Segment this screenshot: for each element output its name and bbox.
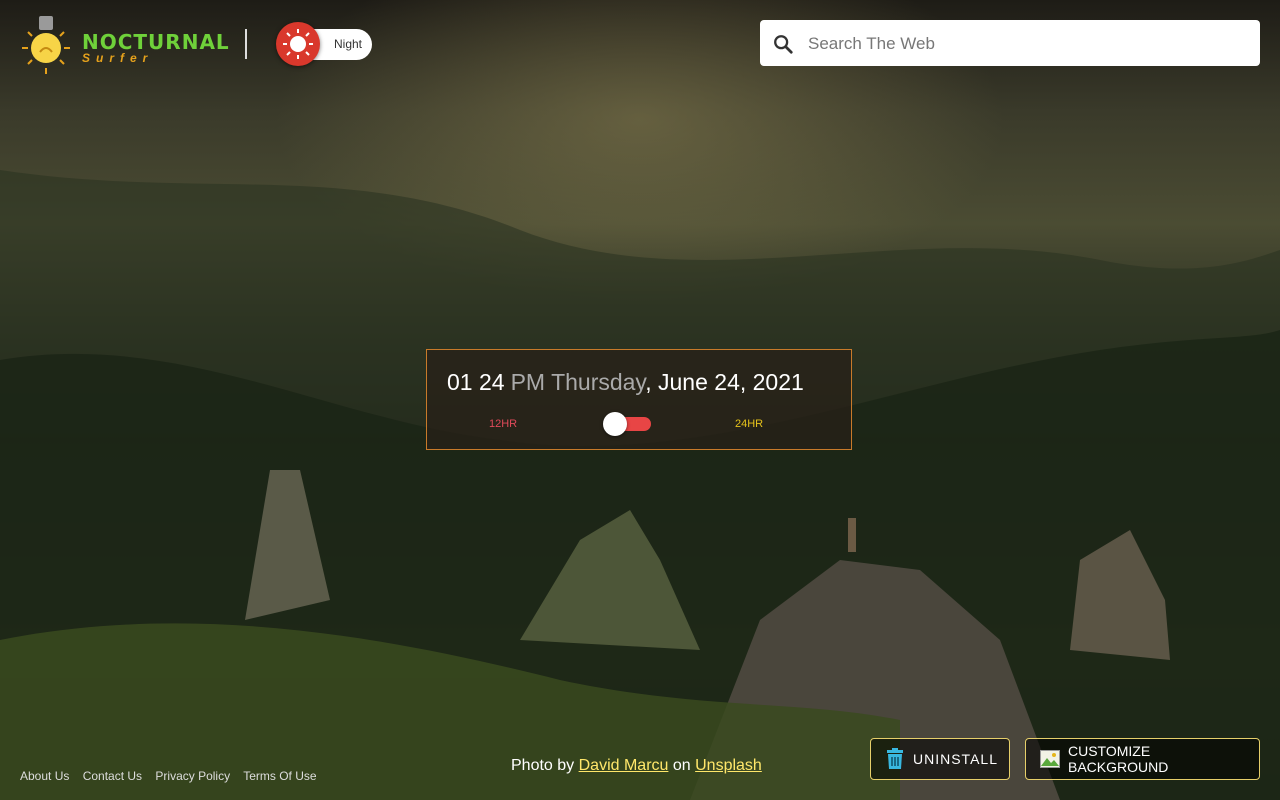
trash-icon (887, 748, 903, 769)
customize-background-button[interactable]: CUSTOMIZE BACKGROUND (1025, 738, 1260, 780)
privacy-policy-link[interactable]: Privacy Policy (155, 769, 230, 783)
brand-logo[interactable]: NOCTURNAL Surfer (20, 14, 229, 76)
time-format-knob[interactable] (603, 412, 627, 436)
format-12hr-label: 12HR (489, 418, 518, 430)
theme-toggle[interactable]: Night (276, 22, 372, 66)
clock-widget: 01 24 PM Thursday, June 24, 2021 12HR 24HR (426, 349, 852, 450)
customize-background-label: CUSTOMIZE BACKGROUND (1068, 743, 1169, 775)
terms-of-use-link[interactable]: Terms Of Use (243, 769, 316, 783)
credit-prefix: Photo by (511, 757, 575, 774)
clock-display: 01 24 PM Thursday, June 24, 2021 (447, 369, 810, 396)
credit-middle: on (672, 757, 691, 774)
uninstall-label: UNINSTALL (913, 751, 998, 767)
brand-subtitle: Surfer (82, 51, 154, 65)
search-icon (774, 35, 793, 54)
unsplash-link[interactable]: Unsplash (695, 757, 762, 774)
image-icon (1040, 750, 1060, 768)
format-24hr-label: 24HR (735, 418, 764, 430)
clock-ampm: PM (510, 369, 546, 395)
contact-us-link[interactable]: Contact Us (83, 769, 142, 783)
sun-icon (283, 29, 313, 59)
footer-links: About Us Contact Us Privacy Policy Terms… (20, 769, 327, 783)
time-format-switch[interactable] (603, 412, 653, 436)
search-input[interactable] (806, 20, 1250, 68)
clock-time: 01 24 (447, 369, 505, 395)
clock-date: , June 24, 2021 (645, 369, 804, 395)
theme-toggle-knob[interactable] (276, 22, 320, 66)
search-bar[interactable] (760, 20, 1260, 68)
lightbulb-icon (22, 16, 70, 74)
theme-toggle-label: Night (334, 37, 363, 51)
photo-credit: Photo by David Marcu on Unsplash (511, 757, 762, 775)
header-divider (245, 29, 247, 59)
about-us-link[interactable]: About Us (20, 769, 69, 783)
clock-weekday: Thursday (551, 369, 646, 395)
uninstall-button[interactable]: UNINSTALL (870, 738, 1010, 780)
photographer-link[interactable]: David Marcu (579, 757, 669, 774)
